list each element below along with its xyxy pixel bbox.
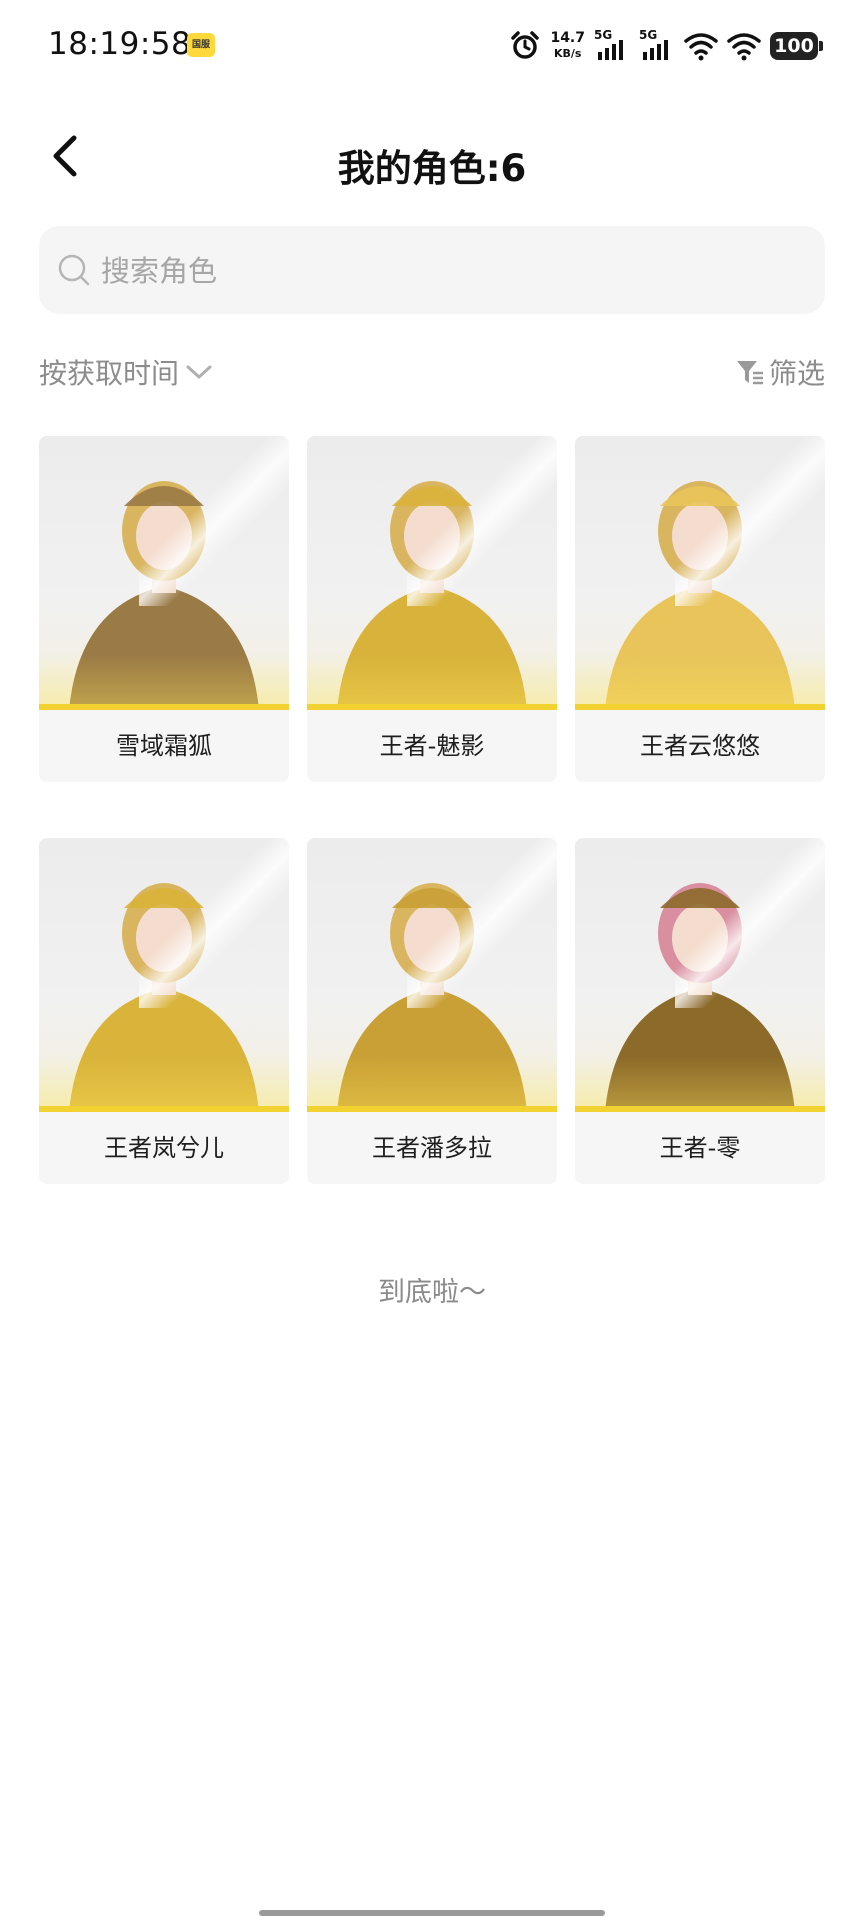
search-icon [58,254,90,286]
chevron-down-icon [186,365,212,379]
wifi-icon [727,33,761,61]
status-bar: 18:19:58 国服 14.7 KB/s 5G 5G 100 [0,0,864,92]
character-portrait [575,436,825,710]
character-portrait [39,436,289,710]
character-card[interactable]: 王者云悠悠 [575,436,825,782]
page-title: 我的角色:6 [337,147,527,190]
battery-icon: 100 [770,32,823,60]
net-speed: 14.7 KB/s [550,30,585,61]
character-name: 王者-零 [659,1134,741,1162]
wifi-icon [684,33,718,61]
character-portrait [39,838,289,1112]
status-time: 18:19:58 [48,26,192,62]
character-name: 王者潘多拉 [372,1134,492,1162]
character-name: 雪域霜狐 [116,732,212,760]
character-portrait [575,838,825,1112]
home-indicator[interactable] [259,1910,605,1916]
character-card[interactable]: 王者岚兮儿 [39,838,289,1184]
character-card[interactable]: 雪域霜狐 [39,436,289,782]
end-of-list-note: 到底啦～ [378,1277,486,1308]
sort-label: 按获取时间 [39,357,180,390]
character-name: 王者云悠悠 [640,732,760,760]
character-portrait [307,436,557,710]
status-icons: 14.7 KB/s 5G 5G 100 [509,28,823,64]
character-name: 王者-魅影 [379,732,485,760]
alarm-icon [511,31,540,59]
sort-dropdown[interactable]: 按获取时间 [39,352,213,392]
filter-icon [736,361,763,385]
search-input[interactable] [99,226,803,316]
signal-icon: 5G [639,28,675,62]
character-name: 王者岚兮儿 [104,1134,224,1162]
filter-label: 筛选 [768,357,825,390]
signal-icon: 5G [594,28,630,62]
region-badge: 国服 [187,33,215,57]
character-grid: 雪域霜狐 王者-魅影 王者云悠悠 王者岚兮儿 王者潘多拉 王者-零 [39,436,825,1184]
character-card[interactable]: 王者-零 [575,838,825,1184]
character-card[interactable]: 王者潘多拉 [307,838,557,1184]
search-box[interactable] [39,226,825,316]
character-card[interactable]: 王者-魅影 [307,436,557,782]
filter-button[interactable]: 筛选 [735,352,825,392]
character-portrait [307,838,557,1112]
